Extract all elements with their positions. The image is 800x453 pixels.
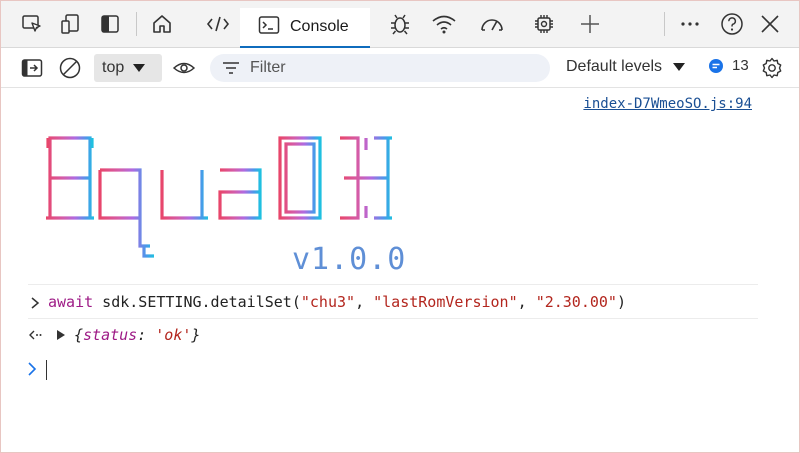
welcome-home-icon[interactable] xyxy=(148,10,176,38)
message-count-badge[interactable]: 13 xyxy=(708,57,749,74)
message-count: 13 xyxy=(732,57,749,74)
show-sidebar-icon[interactable] xyxy=(18,54,46,82)
row-divider xyxy=(28,318,758,319)
command-prompt-chevron-icon xyxy=(30,296,40,315)
source-file-link[interactable]: index-D7WmeoSO.js:94 xyxy=(583,96,752,112)
message-bubble-icon xyxy=(708,58,724,74)
context-selector[interactable]: top xyxy=(94,54,162,82)
clear-console-icon[interactable] xyxy=(56,54,84,82)
result-object[interactable]: {status: 'ok'} xyxy=(56,326,200,344)
input-prompt-chevron-icon xyxy=(26,360,38,383)
device-emulation-icon[interactable] xyxy=(56,10,84,38)
command-comma-2: , xyxy=(517,293,536,311)
result-open-brace: { xyxy=(74,326,84,344)
result-value: 'ok' xyxy=(155,326,192,344)
command-arg-3: "2.30.00" xyxy=(535,293,617,311)
banner-version: v1.0.0 xyxy=(292,242,407,277)
console-tab-icon xyxy=(258,15,280,40)
filter-placeholder: Filter xyxy=(250,59,286,76)
network-wifi-icon[interactable] xyxy=(430,10,458,38)
live-expression-eye-icon[interactable] xyxy=(170,54,198,82)
sources-bug-icon[interactable] xyxy=(386,10,414,38)
tab-console[interactable]: Console xyxy=(240,8,370,48)
filter-input[interactable]: Filter xyxy=(210,54,550,82)
tab-console-label: Console xyxy=(290,18,349,35)
console-command-entry[interactable]: await sdk.SETTING.detailSet("chu3", "las… xyxy=(48,293,626,311)
inspect-element-icon[interactable] xyxy=(18,10,46,38)
return-value-arrow-icon xyxy=(28,328,44,347)
devtools-tab-bar: Console xyxy=(0,0,800,48)
console-input-caret[interactable] xyxy=(46,360,47,380)
performance-gauge-icon[interactable] xyxy=(478,10,506,38)
context-value: top xyxy=(102,59,125,76)
chevron-down-icon xyxy=(132,63,146,73)
dock-side-icon[interactable] xyxy=(96,10,124,38)
elements-tab-icon[interactable] xyxy=(204,10,232,38)
levels-chevron-down-icon xyxy=(672,62,686,72)
more-options-icon[interactable] xyxy=(676,10,704,38)
command-arg-2: "lastRomVersion" xyxy=(373,293,518,311)
expand-triangle-icon[interactable] xyxy=(56,329,66,341)
filter-lines-icon xyxy=(222,61,240,75)
command-call: sdk.SETTING.detailSet( xyxy=(93,293,301,311)
result-key: status xyxy=(83,326,138,344)
close-icon[interactable] xyxy=(756,10,784,38)
console-settings-gear-icon[interactable] xyxy=(758,54,786,82)
add-tool-plus-icon[interactable] xyxy=(576,10,604,38)
result-colon: : xyxy=(137,326,156,344)
console-toolbar: top Filter Default levels 13 xyxy=(0,48,800,88)
result-close-brace: } xyxy=(191,326,201,344)
command-arg-1: "chu3" xyxy=(300,293,356,311)
levels-label: Default levels xyxy=(566,58,663,75)
row-divider xyxy=(28,284,758,285)
log-levels-dropdown[interactable]: Default levels xyxy=(566,58,686,76)
command-keyword: await xyxy=(48,293,94,311)
command-comma-1: , xyxy=(355,293,374,311)
help-icon[interactable] xyxy=(718,10,746,38)
memory-chip-icon[interactable] xyxy=(530,10,558,38)
command-close: ) xyxy=(616,293,626,311)
